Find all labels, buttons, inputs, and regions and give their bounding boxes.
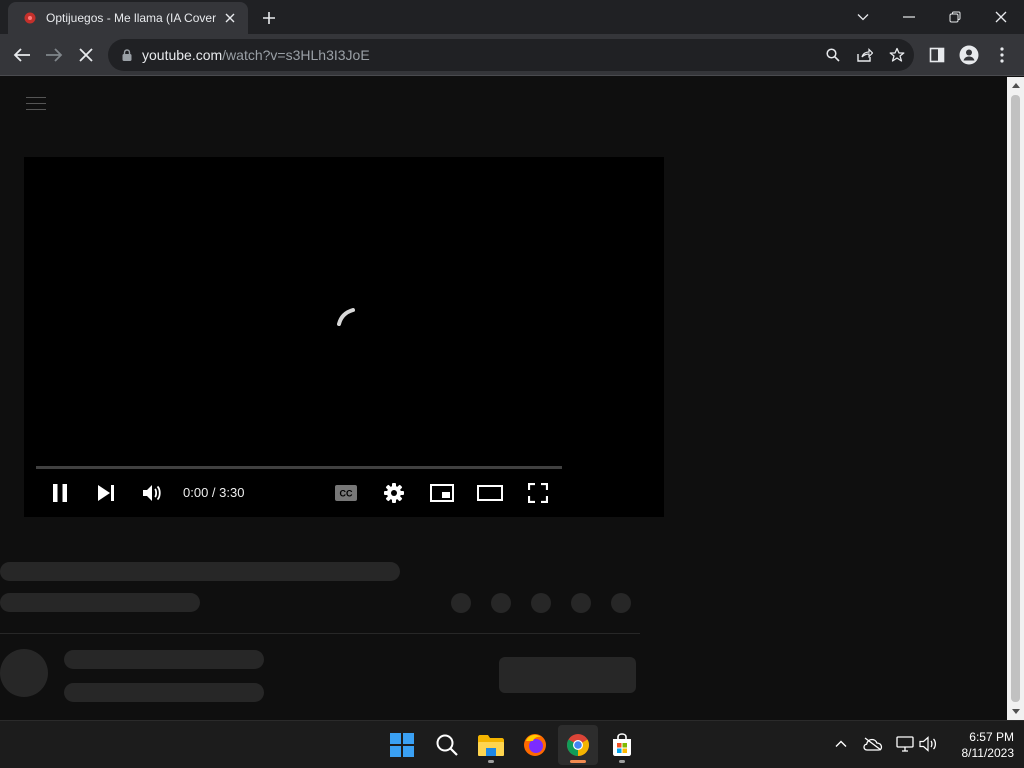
side-panel-icon[interactable] [923, 41, 951, 69]
next-icon[interactable] [92, 480, 120, 506]
url-host: youtube.com [142, 47, 223, 63]
browser-tab-active[interactable]: Optijuegos - Me llama (IA Cover) [8, 2, 248, 34]
network-icon[interactable] [894, 733, 916, 755]
hamburger-menu-icon[interactable] [26, 97, 46, 111]
running-indicator [488, 760, 494, 763]
chrome-icon[interactable] [558, 725, 598, 765]
fullscreen-icon[interactable] [524, 480, 552, 506]
title-placeholder [0, 562, 400, 581]
channel-meta-placeholder [64, 683, 264, 702]
subtitle-placeholder [0, 593, 200, 612]
speaker-icon[interactable] [918, 733, 940, 755]
miniplayer-icon[interactable] [428, 480, 456, 506]
video-player[interactable]: 0:00 / 3:30 CC [24, 157, 664, 517]
restore-icon[interactable] [932, 0, 978, 34]
progress-bar[interactable] [36, 466, 562, 469]
search-icon[interactable] [427, 725, 467, 765]
file-explorer-icon[interactable] [471, 725, 511, 765]
action-placeholder [531, 593, 551, 613]
microsoft-store-icon[interactable] [602, 725, 642, 765]
divider [0, 633, 640, 634]
url-text: youtube.com/watch?v=s3HLh3I3JoE [142, 47, 370, 63]
lock-icon[interactable] [120, 48, 134, 62]
svg-text:CC: CC [340, 489, 353, 499]
loading-spinner-icon [337, 308, 355, 326]
close-icon[interactable] [978, 0, 1024, 34]
clock-time: 6:57 PM [969, 730, 1014, 744]
browser-toolbar: youtube.com/watch?v=s3HLh3I3JoE [0, 34, 1024, 76]
address-bar[interactable]: youtube.com/watch?v=s3HLh3I3JoE [108, 39, 914, 71]
url-path: /watch?v=s3HLh3I3JoE [222, 47, 370, 63]
search-icon[interactable] [822, 44, 844, 66]
pause-icon[interactable] [46, 480, 74, 506]
youtube-icon [22, 10, 38, 26]
action-placeholder [571, 593, 591, 613]
volume-icon[interactable] [139, 480, 167, 506]
scrollbar-thumb[interactable] [1011, 95, 1020, 702]
windows-start-icon[interactable] [382, 725, 422, 765]
page-content: 0:00 / 3:30 CC [0, 77, 1007, 720]
plus-icon[interactable] [258, 7, 280, 29]
page-scrollbar[interactable] [1007, 77, 1024, 720]
tab-strip: Optijuegos - Me llama (IA Cover) [0, 0, 1024, 34]
arrow-right-icon[interactable] [40, 41, 68, 69]
captions-icon[interactable]: CC [332, 480, 360, 506]
channel-name-placeholder [64, 650, 264, 669]
scroll-down-icon[interactable] [1007, 703, 1024, 720]
action-placeholder [611, 593, 631, 613]
chevron-down-icon[interactable] [840, 0, 886, 34]
star-icon[interactable] [886, 44, 908, 66]
system-clock[interactable]: 6:57 PM 8/11/2023 [944, 729, 1015, 761]
avatar-placeholder [0, 649, 48, 697]
firefox-icon[interactable] [515, 725, 555, 765]
clock-date: 8/11/2023 [961, 746, 1015, 760]
arrow-left-icon[interactable] [8, 41, 36, 69]
action-placeholder [451, 593, 471, 613]
onedrive-offline-icon[interactable] [862, 733, 884, 755]
minimize-icon[interactable] [886, 0, 932, 34]
action-placeholder [491, 593, 511, 613]
windows-taskbar: 6:57 PM 8/11/2023 [0, 720, 1024, 768]
active-indicator [570, 760, 586, 763]
close-icon[interactable] [222, 10, 238, 26]
close-icon[interactable] [72, 41, 100, 69]
time-display: 0:00 / 3:30 [183, 485, 245, 500]
profile-icon[interactable] [955, 41, 983, 69]
subscribe-button-placeholder [499, 657, 636, 693]
chevron-up-icon[interactable] [830, 733, 852, 755]
share-icon[interactable] [854, 44, 876, 66]
theater-icon[interactable] [476, 480, 504, 506]
running-indicator [619, 760, 625, 763]
settings-icon[interactable] [380, 480, 408, 506]
kebab-menu-icon[interactable] [988, 41, 1016, 69]
tab-title: Optijuegos - Me llama (IA Cover) [46, 11, 216, 25]
scroll-up-icon[interactable] [1007, 77, 1024, 94]
